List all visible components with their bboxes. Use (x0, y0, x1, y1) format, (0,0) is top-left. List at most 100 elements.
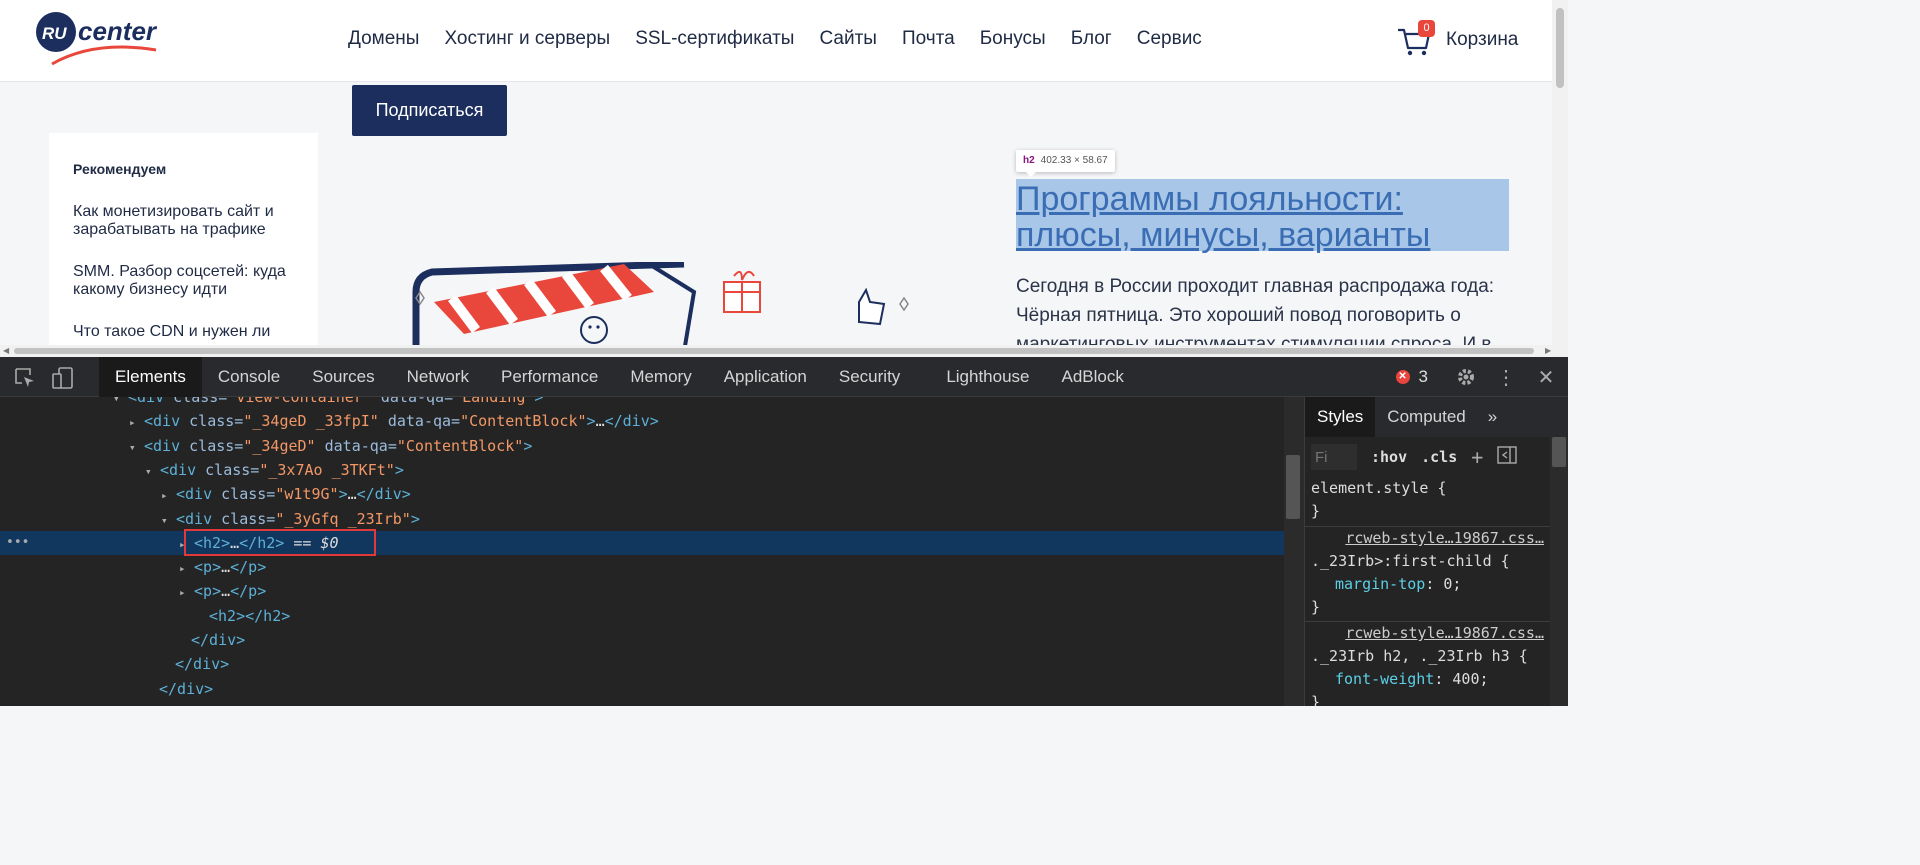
sidebar-link[interactable]: Как монетизировать сайт и зарабатывать н… (73, 203, 294, 239)
sidebar-link[interactable]: Что такое CDN и нужен ли (73, 323, 294, 341)
nav-blog[interactable]: Блог (1071, 28, 1112, 50)
styles-filter-row: :hov .cls + (1305, 437, 1568, 477)
dom-node-line[interactable]: </div> (0, 677, 1284, 701)
collapse-triangle-icon[interactable]: ▾ (129, 436, 144, 460)
page-horizontal-scrollbar[interactable]: ◀ ▶ (0, 345, 1568, 357)
tag-name: </div (191, 631, 237, 649)
dom-node-line[interactable]: ▾ <div class="_3yGfq _23Irb"> (0, 507, 1284, 531)
tab-elements[interactable]: Elements (99, 357, 202, 397)
node-actions-icon[interactable]: ••• (6, 531, 29, 555)
style-rule[interactable]: rcweb-style…19867.css… ._23Irb>:first-chi… (1305, 526, 1550, 619)
nav-mail[interactable]: Почта (902, 28, 955, 50)
tab-styles[interactable]: Styles (1305, 397, 1376, 437)
attr-name: data-qa= (315, 436, 397, 455)
nav-ssl[interactable]: SSL-сертификаты (635, 28, 794, 50)
tooltip-tag: h2 (1023, 155, 1035, 166)
dom-node-line[interactable]: ▾ <div class="_3x7Ao _3TKFt"> (0, 458, 1284, 482)
expand-triangle-icon[interactable]: ▸ (179, 581, 194, 605)
tag-close: > (534, 397, 544, 406)
dom-tree-scrollbar[interactable] (1284, 397, 1304, 706)
style-rule[interactable]: rcweb-style…19867.css… ._23Irb h2, ._23Ir… (1305, 621, 1550, 706)
cart-label: Корзина (1446, 29, 1519, 50)
tab-application[interactable]: Application (708, 357, 823, 397)
tag-name: <div (176, 509, 213, 528)
dom-node-line[interactable]: </div> (0, 628, 1284, 652)
rule-property[interactable]: font-weight: 400; (1311, 668, 1550, 691)
attr-value: "ContentBlock" (460, 412, 587, 431)
node-content: … (347, 485, 357, 504)
cls-toggle[interactable]: .cls (1421, 448, 1457, 466)
attr-name: class= (180, 412, 244, 431)
sidebar-link[interactable]: SMM. Разбор соцсетей: куда какому бизнес… (73, 263, 294, 299)
expand-triangle-icon[interactable]: ▸ (161, 484, 176, 508)
hov-toggle[interactable]: :hov (1371, 448, 1407, 466)
tab-security[interactable]: Security (823, 357, 916, 397)
styles-filter-input[interactable] (1311, 444, 1357, 470)
rule-source-link[interactable]: rcweb-style…19867.css… (1311, 622, 1550, 645)
expand-triangle-icon[interactable]: ▸ (179, 557, 194, 581)
new-style-rule-icon[interactable]: + (1471, 445, 1483, 469)
collapse-triangle-icon[interactable]: ▾ (145, 460, 160, 484)
property-value: 0; (1443, 575, 1462, 593)
scroll-right-icon[interactable]: ▶ (1545, 345, 1551, 357)
tooltip-size: 402.33 × 58.67 (1040, 155, 1108, 166)
more-options-icon[interactable]: ⋮ (1494, 365, 1518, 389)
tab-performance[interactable]: Performance (485, 357, 614, 397)
devtools-panel: Elements Console Sources Network Perform… (0, 357, 1568, 706)
toggle-sidebar-icon[interactable] (1497, 446, 1517, 468)
style-rule[interactable]: element.style {} (1305, 477, 1550, 523)
website-viewport: RU center Домены Хостинг и серверы SSL-с… (0, 0, 1568, 345)
styles-scrollbar[interactable] (1550, 437, 1568, 706)
dom-node-line[interactable]: ▾ <div class="_34geD" data-qa="ContentBlo… (0, 434, 1284, 458)
property-value: 400; (1452, 670, 1489, 688)
nav-sites[interactable]: Сайты (819, 28, 876, 50)
subscribe-button[interactable]: Подписаться (352, 85, 507, 136)
attr-name: class= (164, 397, 228, 406)
inspect-element-icon[interactable] (14, 367, 36, 389)
dom-node-line[interactable]: <h2></h2> (0, 604, 1284, 628)
dom-node-line[interactable]: ▸ <p>…</p> (0, 555, 1284, 579)
device-toolbar-icon[interactable] (52, 367, 74, 389)
tab-memory[interactable]: Memory (614, 357, 707, 397)
expand-triangle-icon[interactable]: ▸ (129, 411, 144, 435)
article-title[interactable]: Программы лояльности: плюсы, минусы, вар… (1016, 181, 1516, 253)
close-devtools-icon[interactable]: ✕ (1534, 365, 1558, 389)
rule-close-brace: } (1311, 502, 1321, 520)
dom-node-line[interactable]: ▸ <div class="_34geD _33fpI" data-qa="Con… (0, 409, 1284, 433)
nav-bonuses[interactable]: Бонусы (980, 28, 1046, 50)
tab-sources[interactable]: Sources (296, 357, 390, 397)
sidebar-heading: Рекомендуем (73, 161, 167, 177)
devtools-toolbar: Elements Console Sources Network Perform… (0, 357, 1568, 397)
tag-name: <div (160, 460, 197, 479)
attr-value: "view-container" (227, 397, 372, 406)
tab-computed[interactable]: Computed (1375, 397, 1477, 437)
tab-lighthouse[interactable]: Lighthouse (930, 357, 1045, 397)
error-counter[interactable]: ✕ 3 (1395, 367, 1428, 387)
rule-source-link[interactable]: rcweb-style…19867.css… (1311, 527, 1550, 550)
dom-node-line[interactable]: ▾ <div class="view-container" data-qa="La… (0, 397, 1284, 409)
selected-node-outline (184, 529, 376, 556)
tab-console[interactable]: Console (202, 357, 296, 397)
node-content: … (221, 558, 231, 577)
settings-gear-icon[interactable] (1454, 365, 1478, 389)
dom-node-line[interactable]: ▸ <div class="w1t9G">…</div> (0, 482, 1284, 506)
dom-node-line[interactable]: ▸ <p>…</p> (0, 579, 1284, 603)
tag-name: </div (175, 655, 221, 674)
dom-node-line[interactable]: </div> (0, 652, 1284, 676)
attr-name: data-qa= (378, 412, 461, 431)
collapse-triangle-icon[interactable]: ▾ (161, 509, 176, 533)
nav-service[interactable]: Сервис (1137, 28, 1202, 50)
devtools-toolbar-right: ✕ 3 ⋮ ✕ (1395, 357, 1568, 397)
scroll-left-icon[interactable]: ◀ (3, 345, 9, 357)
attr-value: "_34geD _33fpI" (243, 412, 379, 431)
tab-adblock[interactable]: AdBlock (1046, 357, 1140, 397)
page-vertical-scrollbar[interactable] (1552, 0, 1568, 345)
cart-link[interactable]: 0 Корзина (1396, 20, 1519, 58)
ru-center-logo[interactable]: RU center (34, 10, 164, 68)
rule-property[interactable]: margin-top: 0; (1311, 573, 1550, 596)
more-tabs-chevron-icon[interactable]: » (1478, 397, 1507, 437)
nav-hosting[interactable]: Хостинг и серверы (444, 28, 610, 50)
tag-close: </h2> (245, 606, 291, 625)
tab-network[interactable]: Network (391, 357, 485, 397)
nav-domains[interactable]: Домены (348, 28, 419, 50)
